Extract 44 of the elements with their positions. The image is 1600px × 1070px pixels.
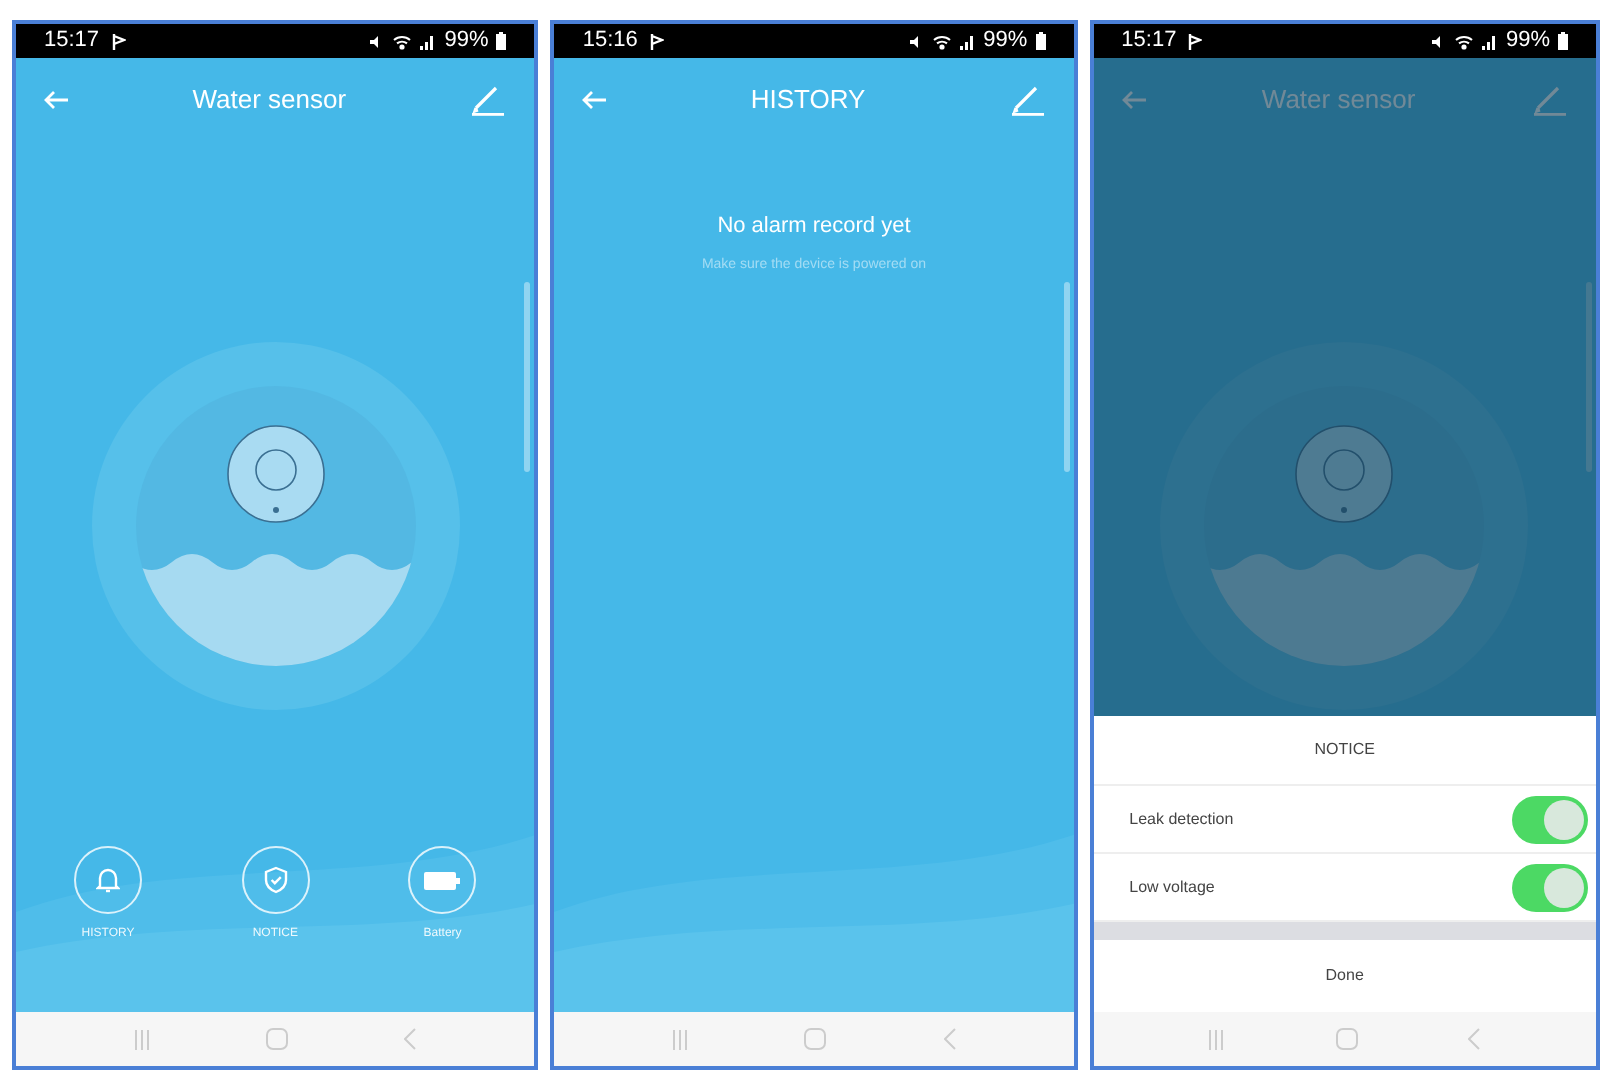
signal-icon bbox=[420, 33, 437, 49]
back-arrow-icon[interactable] bbox=[1121, 90, 1146, 110]
home-icon[interactable] bbox=[1335, 1028, 1358, 1050]
battery-status-icon bbox=[1035, 32, 1046, 50]
toggle-switch[interactable] bbox=[1512, 795, 1588, 843]
battery-percent: 99% bbox=[1505, 26, 1550, 57]
home-icon[interactable] bbox=[266, 1028, 289, 1050]
signal-icon bbox=[1481, 33, 1498, 49]
option-label: Leak detection bbox=[1129, 807, 1234, 831]
screen-title: Water sensor bbox=[192, 82, 347, 119]
home-icon[interactable] bbox=[804, 1028, 827, 1050]
toggle-switch[interactable] bbox=[1512, 863, 1588, 911]
back-arrow-icon[interactable] bbox=[44, 90, 68, 110]
edit-pencil-icon[interactable] bbox=[1531, 84, 1568, 116]
option-label: Low voltage bbox=[1129, 875, 1215, 899]
wifi-icon bbox=[931, 33, 952, 49]
edit-pencil-icon[interactable] bbox=[470, 84, 507, 116]
status-time: 15:16 bbox=[582, 26, 638, 57]
recent-apps-icon[interactable] bbox=[672, 1029, 689, 1049]
wifi-icon bbox=[1453, 33, 1474, 49]
flag-icon bbox=[1188, 33, 1203, 49]
screen-title: HISTORY bbox=[750, 82, 866, 119]
wifi-icon bbox=[392, 33, 413, 49]
bell-icon bbox=[96, 866, 120, 894]
shield-check-icon bbox=[263, 866, 288, 894]
status-time: 15:17 bbox=[1121, 26, 1177, 57]
battery-status-icon bbox=[1558, 32, 1568, 50]
screen-title: Water sensor bbox=[1261, 82, 1416, 119]
back-icon[interactable] bbox=[404, 1028, 417, 1050]
battery-percent: 99% bbox=[983, 26, 1028, 57]
battery-status-icon bbox=[496, 32, 507, 50]
recent-apps-icon[interactable] bbox=[1208, 1029, 1225, 1049]
flag-icon bbox=[649, 33, 664, 49]
back-arrow-icon[interactable] bbox=[582, 90, 607, 110]
empty-state-title: No alarm record yet bbox=[717, 212, 911, 242]
back-icon[interactable] bbox=[943, 1028, 956, 1050]
flag-icon bbox=[111, 33, 126, 49]
back-icon[interactable] bbox=[1468, 1028, 1481, 1050]
status-time: 15:17 bbox=[44, 26, 100, 57]
edit-pencil-icon[interactable] bbox=[1009, 84, 1046, 116]
battery-percent: 99% bbox=[444, 26, 489, 57]
signal-icon bbox=[959, 33, 976, 49]
sheet-title: NOTICE bbox=[1093, 716, 1596, 786]
recent-apps-icon[interactable] bbox=[134, 1029, 151, 1049]
